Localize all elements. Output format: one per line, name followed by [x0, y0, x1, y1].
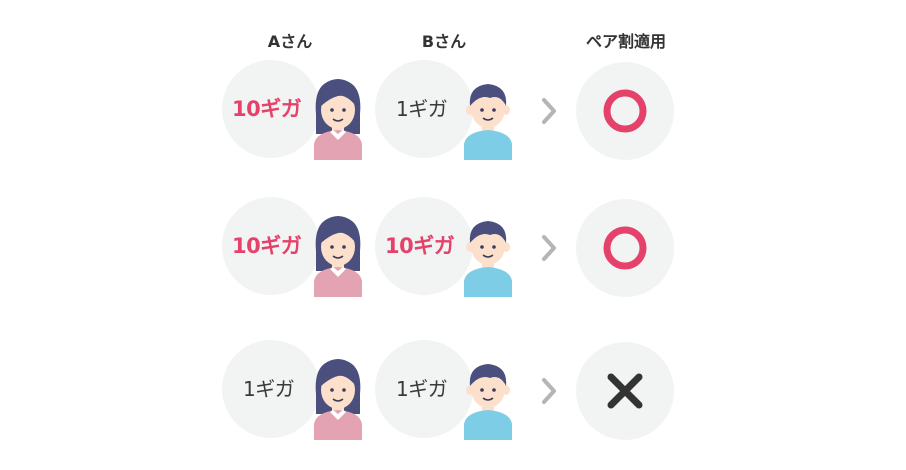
man-avatar-icon	[464, 221, 512, 297]
comparison-row-3: 1ギガ 1ギガ	[0, 340, 906, 450]
b-amount: 1ギガ	[396, 377, 448, 401]
cross-icon	[607, 373, 643, 409]
comparison-row-1: 10ギガ 1ギガ	[0, 60, 906, 170]
woman-avatar-icon	[314, 216, 362, 297]
circle-icon	[603, 226, 647, 270]
chevron-right-icon	[542, 98, 556, 124]
woman-avatar-icon	[314, 359, 362, 440]
man-avatar-icon	[464, 364, 512, 440]
circle-icon	[603, 89, 647, 133]
man-avatar-icon	[464, 84, 512, 160]
header-a: Aさん	[267, 32, 313, 51]
chevron-right-icon	[542, 235, 556, 261]
result-bubble	[576, 62, 674, 160]
comparison-row-2: 10ギガ 10ギガ	[0, 197, 906, 307]
header-result: ペア割適用	[585, 32, 667, 51]
a-amount: 10ギガ	[232, 97, 302, 121]
chevron-right-icon	[542, 378, 556, 404]
header-b: Bさん	[421, 32, 467, 51]
result-bubble	[576, 342, 674, 440]
a-amount: 1ギガ	[243, 377, 295, 401]
woman-avatar-icon	[314, 79, 362, 160]
b-amount: 1ギガ	[396, 97, 448, 121]
b-amount: 10ギガ	[385, 234, 455, 258]
a-amount: 10ギガ	[232, 234, 302, 258]
result-bubble	[576, 199, 674, 297]
